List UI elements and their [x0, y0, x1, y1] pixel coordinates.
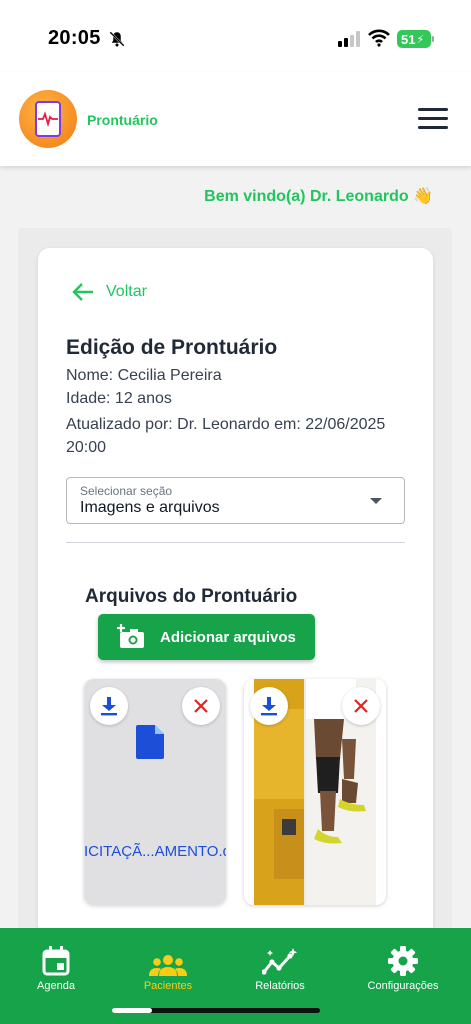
- battery-indicator: 51 ⚡: [397, 30, 431, 48]
- nav-label: Configurações: [367, 980, 439, 992]
- nav-label: Agenda: [37, 980, 75, 992]
- download-button[interactable]: [250, 687, 288, 725]
- updated-info: Atualizado por: Dr. Leonardo em: 22/06/2…: [66, 416, 386, 456]
- patient-name: Nome: Cecilia Pereira: [66, 367, 222, 384]
- section-select-label: Selecionar seção: [80, 484, 173, 498]
- divider: [66, 542, 405, 543]
- calendar-icon: [42, 946, 70, 976]
- remove-button[interactable]: [182, 687, 220, 725]
- caret-down-icon: [370, 498, 382, 504]
- file-card[interactable]: OLICITAÇÃ...AMENTO.do: [84, 679, 226, 905]
- nav-item-pacientes[interactable]: Pacientes: [113, 942, 223, 992]
- add-files-label: Adicionar arquivos: [160, 628, 296, 646]
- status-bar: 20:05 51 ⚡: [0, 0, 471, 72]
- wifi-icon: [368, 29, 390, 47]
- file-card[interactable]: [244, 679, 386, 905]
- back-label: Voltar: [106, 283, 147, 300]
- patient-age: Idade: 12 anos: [66, 390, 172, 407]
- nav-item-configuracoes[interactable]: Configurações: [348, 942, 458, 992]
- document-icon: [136, 725, 164, 759]
- section-select-value: Imagens e arquivos: [80, 499, 220, 516]
- download-icon: [261, 697, 277, 716]
- arrow-left-icon: [72, 283, 93, 301]
- back-button[interactable]: Voltar: [72, 282, 147, 302]
- gear-icon: [388, 946, 418, 976]
- download-icon: [101, 697, 117, 716]
- remove-button[interactable]: [342, 687, 380, 725]
- nav-item-relatorios[interactable]: Relatórios: [225, 942, 335, 992]
- download-button[interactable]: [90, 687, 128, 725]
- charging-icon: ⚡: [416, 33, 425, 46]
- battery-level: 51: [401, 31, 416, 47]
- nav-label: Relatórios: [255, 980, 305, 992]
- app-header: Prontuário: [0, 72, 471, 166]
- bell-muted-icon: [109, 31, 125, 47]
- add-files-button[interactable]: Adicionar arquivos: [98, 614, 315, 660]
- status-time: 20:05: [48, 27, 101, 49]
- page-title: Edição de Prontuário: [66, 336, 278, 359]
- nav-item-agenda[interactable]: Agenda: [1, 942, 111, 992]
- app-logo[interactable]: [19, 90, 77, 148]
- close-icon: [194, 699, 208, 713]
- chart-icon: [262, 948, 298, 975]
- add-photo-icon: [117, 624, 144, 648]
- file-name[interactable]: OLICITAÇÃ...AMENTO.do: [84, 843, 226, 860]
- people-icon: [149, 955, 187, 976]
- welcome-message: Bem vindo(a) Dr. Leonardo 👋: [204, 188, 433, 205]
- signal-icon: [338, 31, 360, 47]
- section-select[interactable]: Selecionar seção Imagens e arquivos: [66, 477, 405, 524]
- files-section-title: Arquivos do Prontuário: [85, 586, 298, 607]
- hamburger-menu-icon[interactable]: [418, 108, 448, 130]
- nav-label: Pacientes: [143, 980, 193, 992]
- battery-cap: [432, 36, 434, 42]
- clipboard-heartbeat-icon: [35, 101, 61, 137]
- home-indicator-highlight: [112, 1008, 152, 1013]
- close-icon: [354, 699, 368, 713]
- app-title: Prontuário: [87, 112, 158, 128]
